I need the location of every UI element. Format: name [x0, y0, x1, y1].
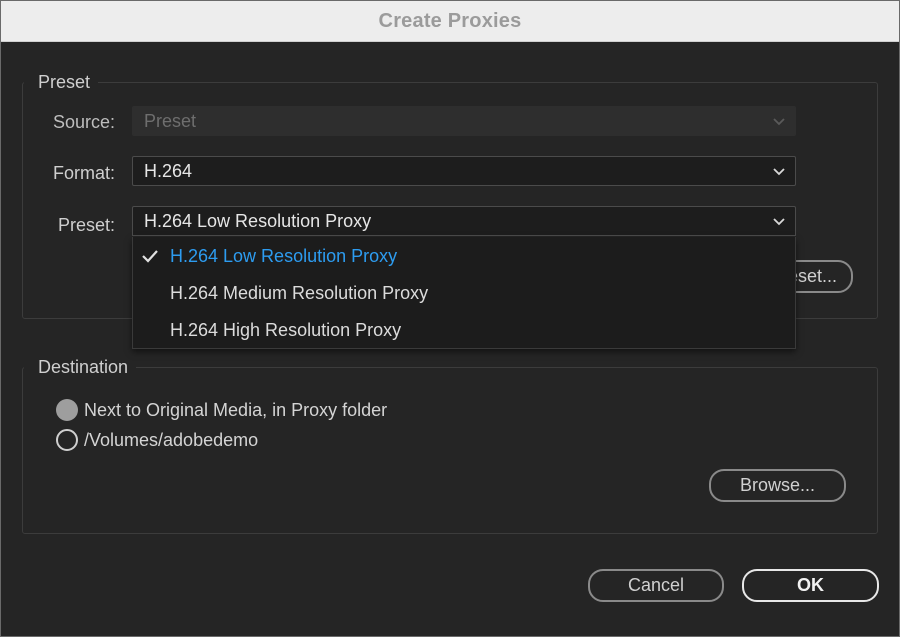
ok-button-label: OK: [797, 575, 824, 595]
preset-label: Preset:: [57, 215, 115, 235]
cancel-button-label: Cancel: [627, 575, 685, 595]
format-select[interactable]: H.264: [132, 156, 796, 186]
preset-option-label: H.264 Medium Resolution Proxy: [170, 283, 429, 303]
preset-group-label: Preset: [24, 71, 99, 93]
preset-option-high[interactable]: H.264 High Resolution Proxy: [133, 312, 795, 348]
radio-label: Next to Original Media, in Proxy folder: [84, 400, 388, 420]
chevron-down-icon: [773, 218, 785, 226]
preset-option-low[interactable]: H.264 Low Resolution Proxy: [133, 238, 795, 274]
create-proxies-dialog: Create Proxies Preset Source: Preset For…: [0, 0, 900, 637]
chevron-down-icon: [773, 168, 785, 176]
preset-select[interactable]: H.264 Low Resolution Proxy: [132, 206, 796, 236]
format-value: H.264: [144, 161, 193, 181]
destination-group-label: Destination: [24, 356, 137, 378]
source-value: Preset: [144, 111, 197, 131]
radio-label: /Volumes/adobedemo: [84, 430, 259, 450]
ok-button[interactable]: OK: [742, 569, 879, 602]
browse-button-label: Browse...: [739, 475, 816, 495]
preset-option-label: H.264 High Resolution Proxy: [170, 320, 402, 340]
preset-option-medium[interactable]: H.264 Medium Resolution Proxy: [133, 275, 795, 311]
cancel-button[interactable]: Cancel: [588, 569, 724, 602]
source-select: Preset: [132, 106, 796, 136]
source-label: Source:: [52, 112, 115, 132]
radio-unselected-icon[interactable]: [56, 429, 78, 451]
browse-button[interactable]: Browse...: [709, 469, 846, 502]
title-bar: Create Proxies: [1, 1, 899, 42]
preset-value: H.264 Low Resolution Proxy: [144, 211, 372, 231]
checkmark-icon: [142, 250, 158, 263]
format-label: Format:: [52, 163, 115, 183]
chevron-down-icon: [773, 118, 785, 126]
dialog-title: Create Proxies: [378, 9, 522, 32]
radio-selected-icon[interactable]: [56, 399, 78, 421]
preset-option-label: H.264 Low Resolution Proxy: [170, 246, 398, 266]
preset-dropdown-list: H.264 Low Resolution Proxy H.264 Medium …: [132, 237, 796, 349]
